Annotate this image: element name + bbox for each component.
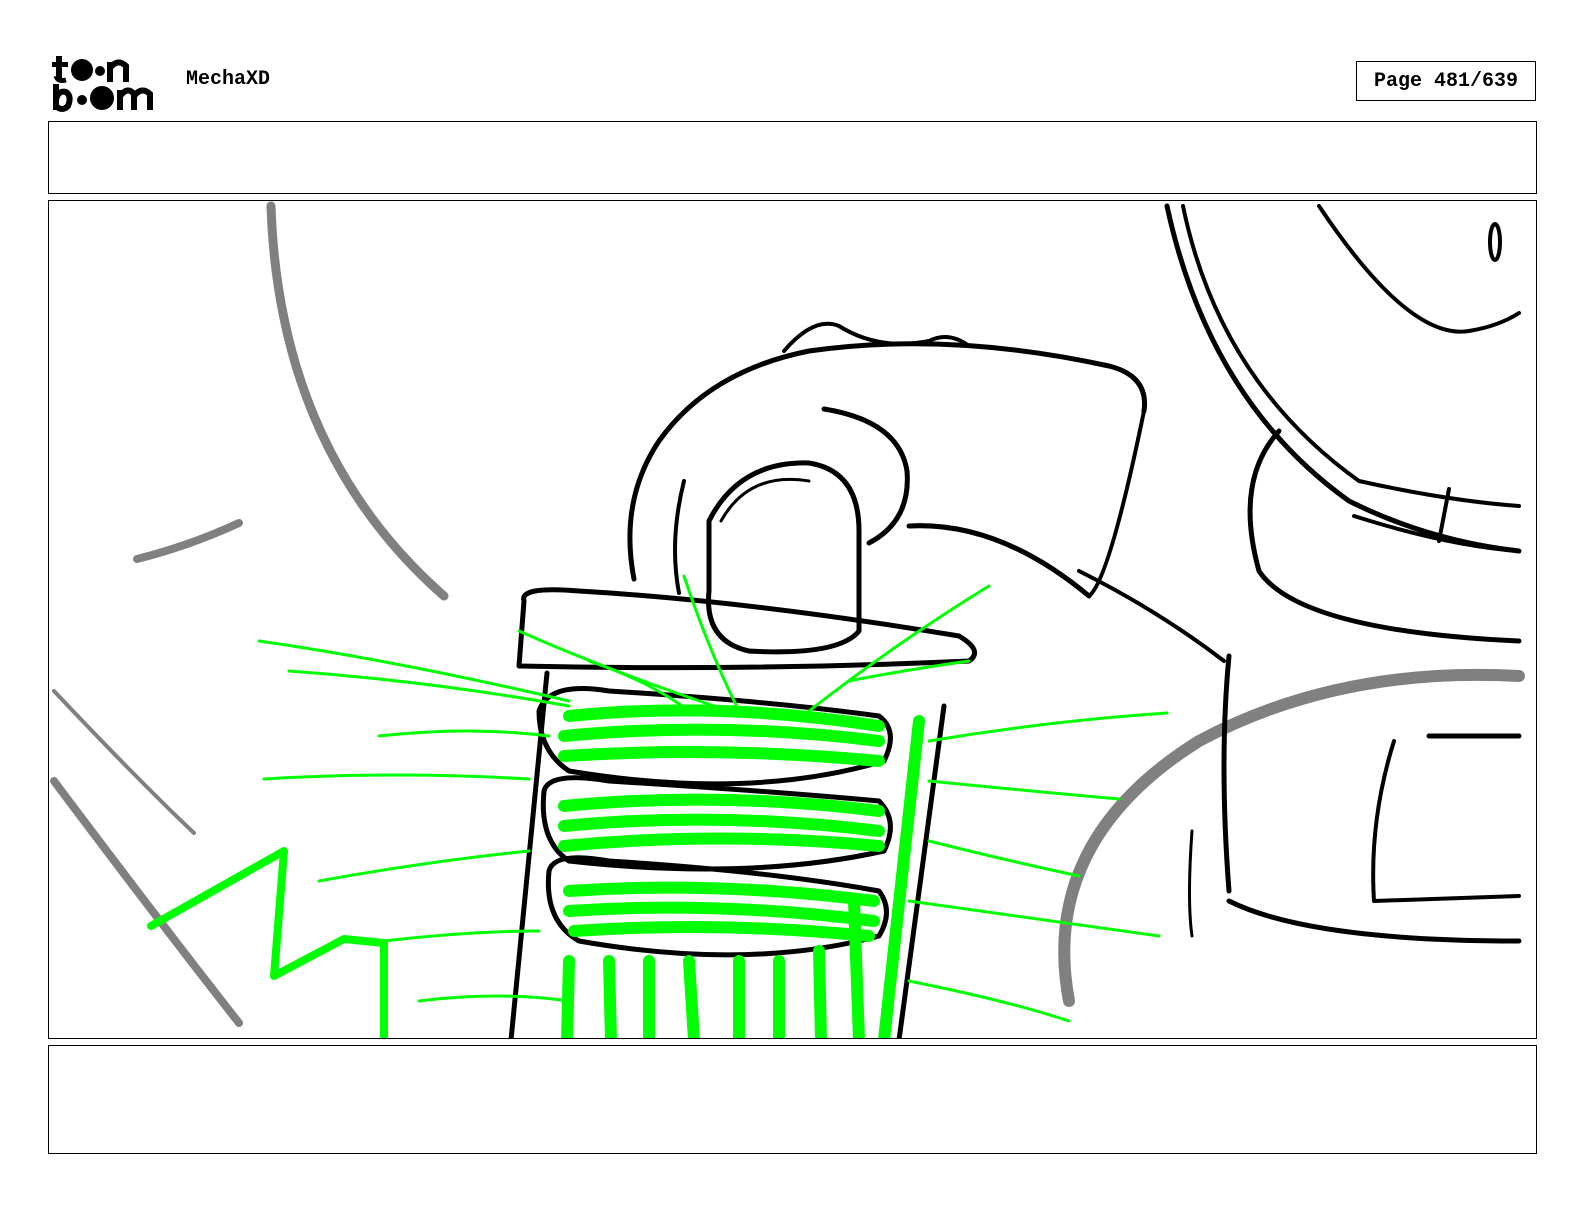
page-number-text: Page 481/639 [1373, 69, 1519, 93]
project-title: MechaXD [186, 68, 271, 91]
panel-sketch-image [50, 201, 1525, 1038]
toon-boom-logo [52, 56, 153, 112]
notes-box [48, 1045, 1537, 1154]
page-number-label: Page 481/639 [1356, 61, 1536, 101]
dialogue-caption-box [48, 121, 1537, 194]
storyboard-panel [48, 200, 1537, 1039]
